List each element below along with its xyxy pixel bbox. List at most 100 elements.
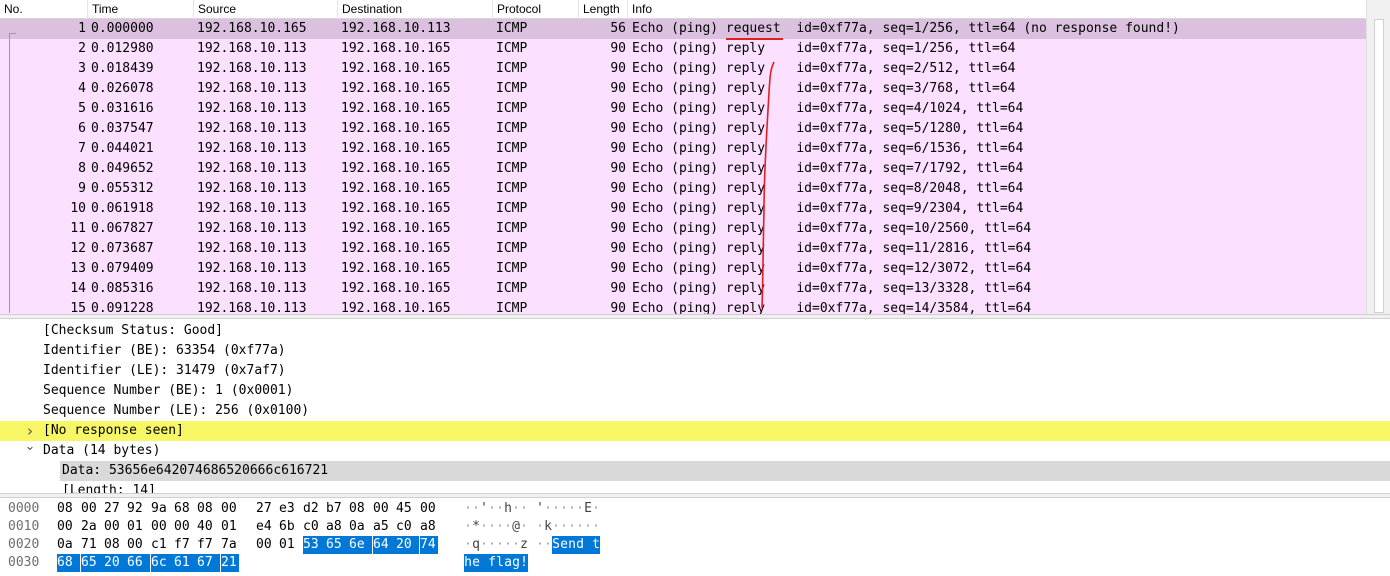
packet-row[interactable]: 15 0.091228 192.168.10.113 192.168.10.165 IC…	[0, 299, 1366, 314]
ascii-char[interactable]: ·	[576, 518, 584, 536]
column-header-length[interactable]: Length	[579, 0, 628, 19]
packet-row[interactable]: 2 0.012980 192.168.10.113 192.168.10.165 ICM…	[0, 39, 1366, 59]
hex-byte[interactable]: d2	[303, 500, 326, 518]
ascii-char[interactable]: '	[536, 500, 544, 518]
ascii-char[interactable]: n	[568, 536, 576, 554]
hex-byte[interactable]: 61	[174, 554, 197, 572]
hex-byte[interactable]: 27	[104, 500, 127, 518]
packet-row[interactable]: 14 0.085316 192.168.10.113 192.168.10.165 IC…	[0, 279, 1366, 299]
packet-list-scrollbar[interactable]	[1366, 0, 1390, 314]
ascii-char[interactable]: ·	[464, 536, 472, 554]
hex-byte[interactable]: 20	[396, 536, 419, 554]
ascii-char[interactable]: @	[512, 518, 520, 536]
ascii-char[interactable]: ·	[552, 500, 560, 518]
hex-byte[interactable]: 00	[221, 500, 244, 518]
hex-byte[interactable]: 01	[221, 518, 244, 536]
hex-byte[interactable]: 00	[104, 518, 127, 536]
hex-byte[interactable]: 08	[104, 536, 127, 554]
hex-byte[interactable]: 7a	[221, 536, 244, 554]
hex-byte[interactable]: 00	[127, 536, 150, 554]
detail-line[interactable]: [Length: 14]	[0, 481, 1390, 493]
detail-line[interactable]: Data: 53656e642074686520666c616721	[60, 461, 1390, 481]
hex-byte[interactable]: 08	[197, 500, 220, 518]
hex-byte[interactable]: 6b	[279, 518, 302, 536]
ascii-char[interactable]: q	[472, 536, 480, 554]
hex-byte[interactable]: 00	[256, 536, 279, 554]
hex-byte[interactable]: 68	[174, 500, 197, 518]
hex-byte[interactable]: 74	[420, 536, 438, 554]
ascii-char[interactable]: ·	[576, 500, 584, 518]
column-header-no[interactable]: No.	[0, 0, 88, 19]
hex-byte[interactable]: 08	[349, 500, 372, 518]
hex-byte[interactable]: 01	[127, 518, 150, 536]
hex-byte[interactable]: 21	[221, 554, 239, 572]
hex-byte[interactable]: a8	[326, 518, 349, 536]
hex-byte[interactable]: c1	[151, 536, 174, 554]
ascii-char[interactable]: *	[472, 518, 480, 536]
ascii-char[interactable]: h	[504, 500, 512, 518]
ascii-char[interactable]: S	[552, 536, 560, 554]
hex-byte[interactable]: 08	[57, 500, 80, 518]
ascii-char[interactable]: ·	[496, 500, 504, 518]
ascii-char[interactable]: d	[576, 536, 584, 554]
ascii-char[interactable]: z	[520, 536, 528, 554]
ascii-char[interactable]: l	[496, 554, 504, 572]
hex-byte[interactable]: a5	[373, 518, 396, 536]
ascii-char[interactable]: ·	[512, 536, 520, 554]
ascii-char[interactable]	[480, 554, 488, 572]
ascii-char[interactable]: ·	[568, 500, 576, 518]
hex-byte[interactable]: c0	[396, 518, 419, 536]
packet-row[interactable]: 8 0.049652 192.168.10.113 192.168.10.165 ICM…	[0, 159, 1366, 179]
packet-row[interactable]: 4 0.026078 192.168.10.113 192.168.10.165 ICM…	[0, 79, 1366, 99]
hex-byte[interactable]: 00	[420, 500, 443, 518]
ascii-char[interactable]: ·	[560, 518, 568, 536]
hex-byte[interactable]: 00	[81, 500, 104, 518]
hex-byte[interactable]: 00	[151, 518, 174, 536]
ascii-char[interactable]: ·	[504, 536, 512, 554]
ascii-char[interactable]: ·	[520, 500, 528, 518]
hex-byte[interactable]: 65	[81, 554, 104, 572]
packet-row[interactable]: 11 0.067827 192.168.10.113 192.168.10.165 IC…	[0, 219, 1366, 239]
packet-row[interactable]: 3 0.018439 192.168.10.113 192.168.10.165 ICM…	[0, 59, 1366, 79]
ascii-char[interactable]: ·	[536, 518, 544, 536]
hex-byte[interactable]: 20	[104, 554, 127, 572]
hex-byte[interactable]: b7	[326, 500, 349, 518]
detail-line[interactable]: Sequence Number (BE): 1 (0x0001)	[0, 381, 1390, 401]
hex-byte[interactable]: c0	[303, 518, 326, 536]
ascii-char[interactable]: ·	[504, 518, 512, 536]
hex-byte[interactable]: 27	[256, 500, 279, 518]
hex-byte[interactable]: 6e	[349, 536, 372, 554]
ascii-char[interactable]: ·	[584, 518, 592, 536]
ascii-char[interactable]: ·	[592, 518, 600, 536]
hex-byte[interactable]: e4	[256, 518, 279, 536]
packet-row[interactable]: 9 0.055312 192.168.10.113 192.168.10.165 ICM…	[0, 179, 1366, 199]
hex-byte[interactable]: 00	[174, 518, 197, 536]
ascii-char[interactable]: ·	[552, 518, 560, 536]
packet-row[interactable]: 10 0.061918 192.168.10.113 192.168.10.165 IC…	[0, 199, 1366, 219]
hex-byte[interactable]: 00	[57, 518, 80, 536]
hex-byte[interactable]: e3	[279, 500, 302, 518]
ascii-char[interactable]: ·	[488, 500, 496, 518]
ascii-char[interactable]: ·	[568, 518, 576, 536]
packet-list-scrollbar-thumb[interactable]	[1374, 19, 1384, 313]
hex-byte[interactable]: 53	[303, 536, 326, 554]
ascii-char[interactable]: ·	[544, 500, 552, 518]
ascii-char[interactable]: k	[544, 518, 552, 536]
hex-byte[interactable]: 40	[197, 518, 220, 536]
hex-byte[interactable]: a8	[420, 518, 443, 536]
packet-bytes[interactable]: 0000 08 00 27 92 9a 68 08 00 27 e3 d2 b7 08 00 45 00 · · ' ·…	[0, 498, 1390, 576]
packet-details[interactable]: [Checksum Status: Good] Identifier (BE): …	[0, 319, 1390, 493]
hex-byte[interactable]: 0a	[57, 536, 80, 554]
ascii-char[interactable]: ·	[488, 536, 496, 554]
ascii-char[interactable]: ·	[464, 500, 472, 518]
detail-line[interactable]: › [No response seen]	[0, 421, 1390, 441]
hex-byte[interactable]: f7	[174, 536, 197, 554]
packet-row[interactable]: 13 0.079409 192.168.10.113 192.168.10.165 IC…	[0, 259, 1366, 279]
hex-byte[interactable]: 0a	[349, 518, 372, 536]
detail-line[interactable]: Sequence Number (LE): 256 (0x0100)	[0, 401, 1390, 421]
ascii-char[interactable]: ·	[480, 518, 488, 536]
ascii-char[interactable]: ·	[496, 536, 504, 554]
ascii-char[interactable]: f	[488, 554, 496, 572]
hex-byte[interactable]: 6c	[151, 554, 174, 572]
packet-row[interactable]: 6 0.037547 192.168.10.113 192.168.10.165 ICM…	[0, 119, 1366, 139]
